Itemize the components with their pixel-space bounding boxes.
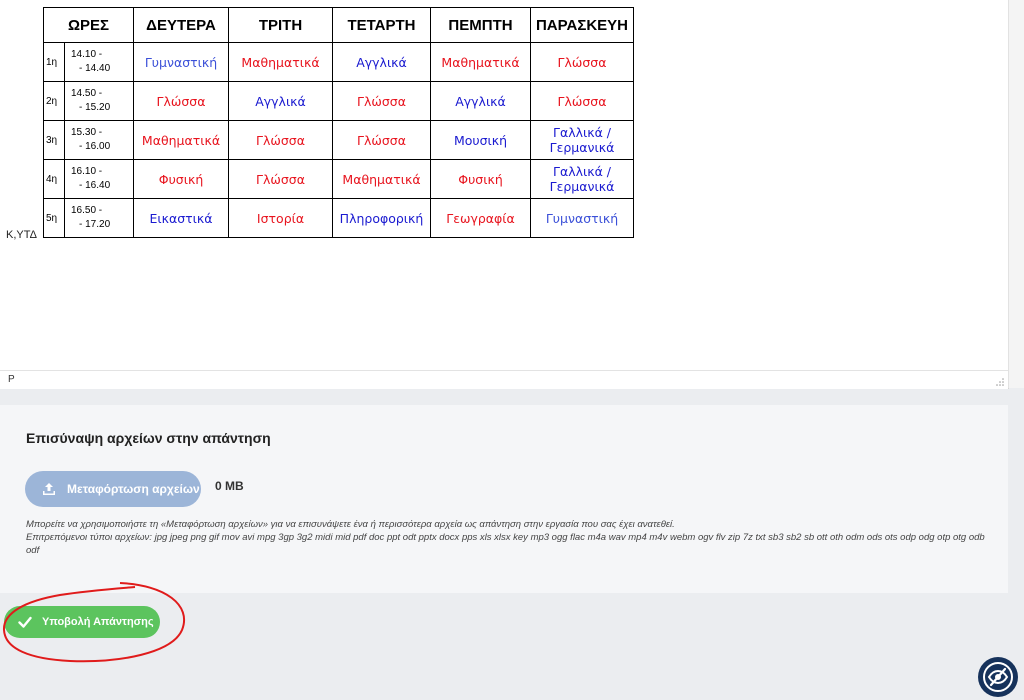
subject-cell: Πληροφορική	[332, 198, 431, 238]
subject-cell: Γλώσσα	[332, 120, 431, 160]
editor-statusbar: P	[0, 370, 1008, 389]
subject-cell: Γλώσσα	[530, 81, 634, 121]
text-editor[interactable]: Κ,ΥΤΔ ΩΡΕΣ ΔΕΥΤΕΡΑ ΤΡΙΤΗ ΤΕΤΑΡΤΗ ΠΕΜΠΤΗ …	[0, 0, 1009, 389]
period-hours: 16.50 - - 17.20	[64, 198, 134, 238]
period-end: - 14.40	[79, 63, 111, 74]
period-hours: 14.50 - - 15.20	[64, 81, 134, 121]
period-start: 16.50 -	[71, 205, 103, 216]
attachments-size: 0 MB	[215, 479, 244, 493]
header-tuesday: ΤΡΙΤΗ	[228, 7, 333, 43]
upload-files-label: Μεταφόρτωση αρχείων	[67, 482, 200, 496]
table-row: 5η 16.50 - - 17.20 Εικαστικά Ιστορία Πληροφορ…	[43, 198, 634, 238]
period-end: - 17.20	[79, 219, 111, 230]
subject-cell: Γαλλικά / Γερμανικά	[530, 159, 634, 199]
period-number: 3η	[43, 120, 65, 160]
subject-cell: Γαλλικά / Γερμανικά	[530, 120, 634, 160]
timetable: ΩΡΕΣ ΔΕΥΤΕΡΑ ΤΡΙΤΗ ΤΕΤΑΡΤΗ ΠΕΜΠΤΗ ΠΑΡΑΣΚ…	[43, 7, 634, 238]
accessibility-button[interactable]	[978, 657, 1018, 697]
subject-cell: Γλώσσα	[228, 159, 333, 199]
subject-cell: Αγγλικά	[332, 42, 431, 82]
editor-scrollbar[interactable]	[1008, 0, 1024, 388]
attachments-title: Επισύναψη αρχείων στην απάντηση	[26, 430, 271, 446]
subject-cell: Μαθηματικά	[133, 120, 229, 160]
attachments-panel: Επισύναψη αρχείων στην απάντηση Μεταφόρτ…	[0, 405, 1008, 593]
subject-cell: Γλώσσα	[228, 120, 333, 160]
attachments-help-line1: Μπορείτε να χρησιμοποιήστε τη «Μεταφόρτω…	[26, 519, 675, 530]
period-hours: 16.10 - - 16.40	[64, 159, 134, 199]
table-row: 1η 14.10 -- 14.40 Γυμναστική Μαθηματικά Αγγλ…	[43, 42, 634, 82]
period-start: 14.50 -	[71, 88, 103, 99]
period-number: 4η	[43, 159, 65, 199]
period-end: - 15.20	[79, 102, 111, 113]
header-wednesday: ΤΕΤΑΡΤΗ	[332, 7, 431, 43]
period-start: 14.10 -	[71, 49, 103, 60]
header-monday: ΔΕΥΤΕΡΑ	[133, 7, 229, 43]
attachments-help: Μπορείτε να χρησιμοποιήστε τη «Μεταφόρτω…	[26, 518, 986, 557]
subject-cell: Μουσική	[430, 120, 531, 160]
checkmark-icon	[18, 616, 32, 628]
submit-answer-label: Υποβολή Απάντησης	[42, 616, 154, 628]
period-hours: 14.10 - - 14.40	[64, 42, 134, 82]
period-number: 1η	[43, 42, 65, 82]
subject-cell: Γλώσσα	[133, 81, 229, 121]
subject-cell: Εικαστικά	[133, 198, 229, 238]
subject-cell: Γλώσσα	[530, 42, 634, 82]
table-row: 2η 14.50 -- 15.20 Γλώσσα Αγγλικά Γλώσσα Αγγλι…	[43, 81, 634, 121]
upload-files-button[interactable]: Μεταφόρτωση αρχείων	[25, 471, 201, 507]
subject-cell: Αγγλικά	[228, 81, 333, 121]
subject-cell: Γλώσσα	[332, 81, 431, 121]
timetable-header-row: ΩΡΕΣ ΔΕΥΤΕΡΑ ΤΡΙΤΗ ΤΕΤΑΡΤΗ ΠΕΜΠΤΗ ΠΑΡΑΣΚ…	[43, 7, 634, 43]
period-number: 2η	[43, 81, 65, 121]
subject-cell: Γυμναστική	[133, 42, 229, 82]
table-row: 3η 15.30 -- 16.00 Μαθηματικά Γλώσσα Γλώσσα Μο…	[43, 120, 634, 160]
header-hours: ΩΡΕΣ	[43, 7, 134, 43]
period-hours: 15.30 - - 16.00	[64, 120, 134, 160]
subject-cell: Μαθηματικά	[228, 42, 333, 82]
resize-grip-icon[interactable]	[996, 378, 1004, 386]
table-row: 4η 16.10 -- 16.40 Φυσική Γλώσσα Μαθηματικά Φυ…	[43, 159, 634, 199]
element-path[interactable]: P	[8, 374, 15, 385]
period-end: - 16.00	[79, 141, 111, 152]
upload-icon	[43, 483, 55, 495]
attachments-allowed-types: Επιτρεπόμενοι τύποι αρχείων: jpg jpeg pn…	[26, 532, 985, 556]
period-start: 15.30 -	[71, 127, 103, 138]
subject-cell: Φυσική	[133, 159, 229, 199]
header-thursday: ΠΕΜΠΤΗ	[430, 7, 531, 43]
submit-answer-button[interactable]: Υποβολή Απάντησης	[4, 606, 160, 638]
subject-cell: Μαθηματικά	[332, 159, 431, 199]
subject-cell: Αγγλικά	[430, 81, 531, 121]
editor-left-label: Κ,ΥΤΔ	[6, 229, 37, 241]
subject-cell: Γυμναστική	[530, 198, 634, 238]
subject-cell: Γεωγραφία	[430, 198, 531, 238]
period-end: - 16.40	[79, 180, 111, 191]
subject-cell: Ιστορία	[228, 198, 333, 238]
subject-cell: Φυσική	[430, 159, 531, 199]
eye-slash-icon	[983, 662, 1013, 692]
period-number: 5η	[43, 198, 65, 238]
editor-content[interactable]: Κ,ΥΤΔ ΩΡΕΣ ΔΕΥΤΕΡΑ ΤΡΙΤΗ ΤΕΤΑΡΤΗ ΠΕΜΠΤΗ …	[0, 0, 1008, 370]
period-start: 16.10 -	[71, 166, 103, 177]
header-friday: ΠΑΡΑΣΚΕΥΗ	[530, 7, 634, 43]
subject-cell: Μαθηματικά	[430, 42, 531, 82]
